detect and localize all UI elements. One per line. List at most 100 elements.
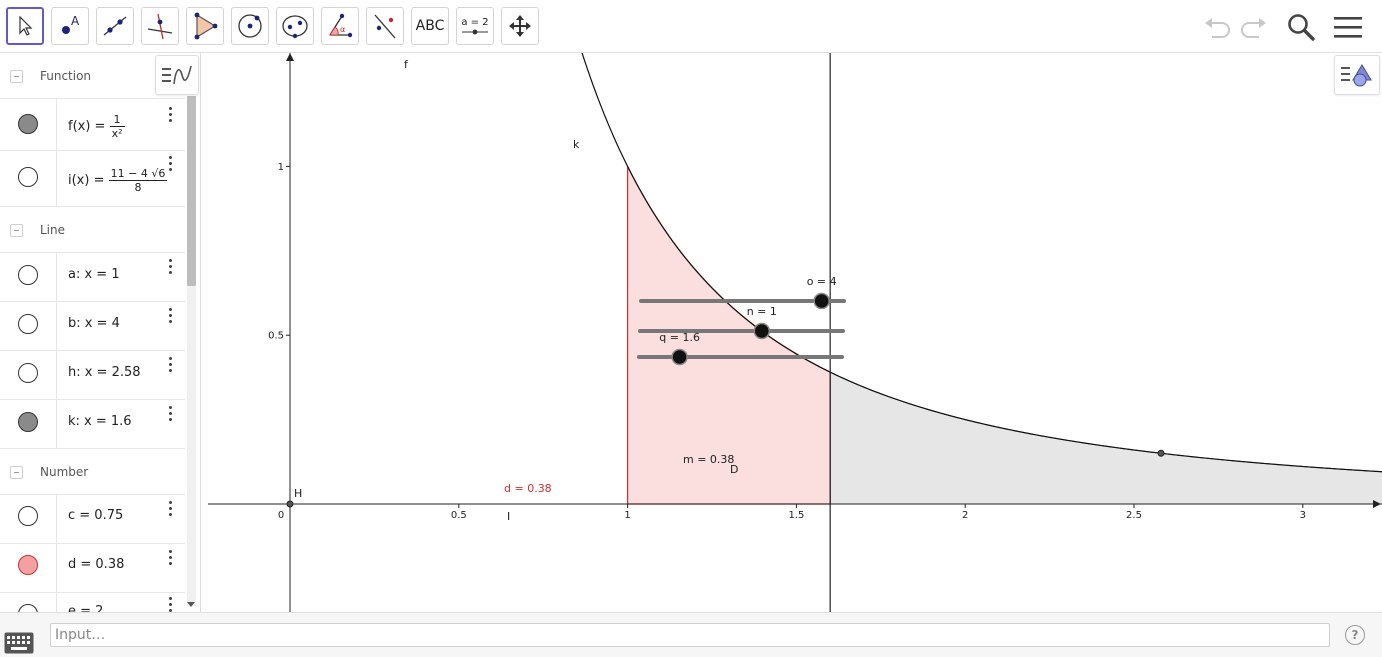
slider-handle-q[interactable] bbox=[671, 348, 688, 366]
algebra-item-h[interactable]: h: x = 2.58 bbox=[0, 351, 185, 400]
slider-label-o: o = 4 bbox=[807, 275, 837, 288]
marble-cell bbox=[0, 253, 57, 301]
item-more-menu-icon[interactable] bbox=[165, 307, 177, 325]
item-more-menu-icon[interactable] bbox=[165, 106, 177, 124]
algebra-item-k[interactable]: k: x = 1.6 bbox=[0, 400, 185, 449]
collapse-toggle-icon[interactable] bbox=[10, 466, 23, 479]
algebra-item-d[interactable]: d = 0.38 bbox=[0, 544, 185, 593]
item-definition[interactable]: d = 0.38 bbox=[68, 557, 124, 572]
graphics-canvas[interactable]: 00.511.522.533.544.555.562.521.510.5−0.5… bbox=[208, 53, 1382, 612]
label-I: I bbox=[507, 510, 510, 523]
item-definition[interactable]: a: x = 1 bbox=[68, 267, 120, 282]
slider-handle-o[interactable] bbox=[813, 292, 830, 310]
visibility-marble-icon[interactable] bbox=[18, 314, 38, 334]
search-button[interactable] bbox=[1284, 10, 1318, 44]
slider-icon bbox=[462, 29, 488, 34]
text-tool-button[interactable]: ABC bbox=[411, 7, 449, 45]
visibility-marble-icon[interactable] bbox=[18, 114, 38, 134]
algebra-item-b[interactable]: b: x = 4 bbox=[0, 302, 185, 351]
help-button[interactable]: ? bbox=[1345, 625, 1365, 645]
item-more-menu-icon[interactable] bbox=[165, 596, 177, 612]
item-more-menu-icon[interactable] bbox=[165, 155, 177, 173]
item-definition[interactable]: k: x = 1.6 bbox=[68, 414, 132, 429]
x-tick-label: 3 bbox=[1300, 510, 1306, 521]
graphics-view[interactable]: 00.511.522.533.544.555.562.521.510.5−0.5… bbox=[208, 53, 1382, 612]
polygon-tool-button[interactable] bbox=[186, 7, 224, 45]
algebra-input-field[interactable] bbox=[50, 623, 1330, 647]
marble-cell bbox=[0, 544, 57, 592]
scroll-down-arrow-icon[interactable] bbox=[185, 600, 197, 610]
collapse-toggle-icon[interactable] bbox=[10, 70, 23, 83]
algebra-item-a[interactable]: a: x = 1 bbox=[0, 253, 185, 302]
item-more-menu-icon[interactable] bbox=[165, 356, 177, 374]
redo-button[interactable] bbox=[1237, 10, 1271, 44]
group-label: Line bbox=[40, 223, 66, 237]
x-tick-label: 1 bbox=[624, 510, 630, 521]
label-d: d = 0.38 bbox=[504, 482, 552, 495]
marble-cell bbox=[0, 593, 57, 612]
marble-cell bbox=[0, 400, 57, 448]
item-definition[interactable]: e = 2 bbox=[68, 604, 103, 612]
reflect-line-icon bbox=[374, 14, 396, 39]
x-tick-label: 1.5 bbox=[788, 510, 804, 521]
group-header-line[interactable]: Line bbox=[0, 207, 185, 253]
numerator: 1 bbox=[109, 113, 125, 127]
item-definition[interactable]: b: x = 4 bbox=[68, 316, 120, 331]
item-more-menu-icon[interactable] bbox=[165, 500, 177, 518]
slider-handle-n[interactable] bbox=[753, 322, 771, 340]
svg-text:A: A bbox=[71, 14, 80, 28]
text-tool-label: ABC bbox=[415, 18, 445, 34]
move-graphics-tool-button[interactable] bbox=[501, 7, 539, 45]
algebra-item-c[interactable]: c = 0.75 bbox=[0, 495, 185, 544]
undo-icon bbox=[1205, 18, 1230, 38]
marble-cell bbox=[0, 495, 57, 543]
item-more-menu-icon[interactable] bbox=[165, 258, 177, 276]
ellipse-tool-button[interactable] bbox=[276, 7, 314, 45]
scrollbar-thumb[interactable] bbox=[187, 96, 196, 286]
undo-button[interactable] bbox=[1200, 10, 1234, 44]
denominator: x² bbox=[111, 127, 123, 140]
marble-cell bbox=[0, 302, 57, 350]
algebra-item-f[interactable]: f(x) = 1 x² bbox=[0, 99, 185, 151]
perpendicular-line-tool-button[interactable] bbox=[141, 7, 179, 45]
algebra-item-i[interactable]: i(x) = 11 − 4 √6 8 bbox=[0, 151, 185, 207]
label-m: m = 0.38 bbox=[683, 453, 734, 466]
slider-label-n: n = 1 bbox=[747, 305, 777, 318]
visibility-marble-icon[interactable] bbox=[18, 506, 38, 526]
circle-tool-button[interactable] bbox=[231, 7, 269, 45]
item-definition[interactable]: f(x) = 1 x² bbox=[68, 113, 125, 140]
point-tool-button[interactable]: A bbox=[51, 7, 89, 45]
angle-icon: α bbox=[329, 13, 353, 38]
slider-tool-button[interactable]: a = 2 bbox=[456, 7, 494, 45]
item-definition[interactable]: c = 0.75 bbox=[68, 508, 123, 523]
marble-cell bbox=[0, 351, 57, 399]
algebra-style-bar-button[interactable] bbox=[155, 55, 199, 95]
algebra-scrollbar[interactable] bbox=[187, 96, 196, 606]
circle-icon bbox=[238, 14, 262, 38]
algebra-item-e[interactable]: e = 2 bbox=[0, 593, 185, 612]
item-more-menu-icon[interactable] bbox=[165, 405, 177, 423]
main-menu-button[interactable] bbox=[1331, 10, 1365, 44]
move-tool-button[interactable] bbox=[6, 7, 44, 45]
visibility-marble-icon[interactable] bbox=[18, 363, 38, 383]
point-icon: A bbox=[62, 14, 80, 34]
geogebra-app: A α ABC a = 2 Function f(x) = 1 x² i(x) … bbox=[0, 0, 1382, 657]
item-definition[interactable]: i(x) = 11 − 4 √6 8 bbox=[68, 167, 168, 194]
item-definition[interactable]: h: x = 2.58 bbox=[68, 365, 141, 380]
function-name: i(x) bbox=[68, 173, 90, 188]
visibility-marble-icon[interactable] bbox=[18, 167, 38, 187]
angle-tool-button[interactable]: α bbox=[321, 7, 359, 45]
visibility-marble-icon[interactable] bbox=[18, 412, 38, 432]
y-axis-arrow-icon bbox=[286, 53, 294, 61]
item-more-menu-icon[interactable] bbox=[165, 549, 177, 567]
collapse-toggle-icon[interactable] bbox=[10, 224, 23, 237]
group-header-number[interactable]: Number bbox=[0, 449, 185, 495]
keyboard-icon[interactable] bbox=[4, 632, 34, 654]
visibility-marble-icon[interactable] bbox=[18, 604, 38, 612]
visibility-marble-icon[interactable] bbox=[18, 555, 38, 575]
reflect-tool-button[interactable] bbox=[366, 7, 404, 45]
point-h bbox=[286, 500, 294, 508]
x-tick-label: 0 bbox=[278, 510, 284, 521]
visibility-marble-icon[interactable] bbox=[18, 265, 38, 285]
line-tool-button[interactable] bbox=[96, 7, 134, 45]
